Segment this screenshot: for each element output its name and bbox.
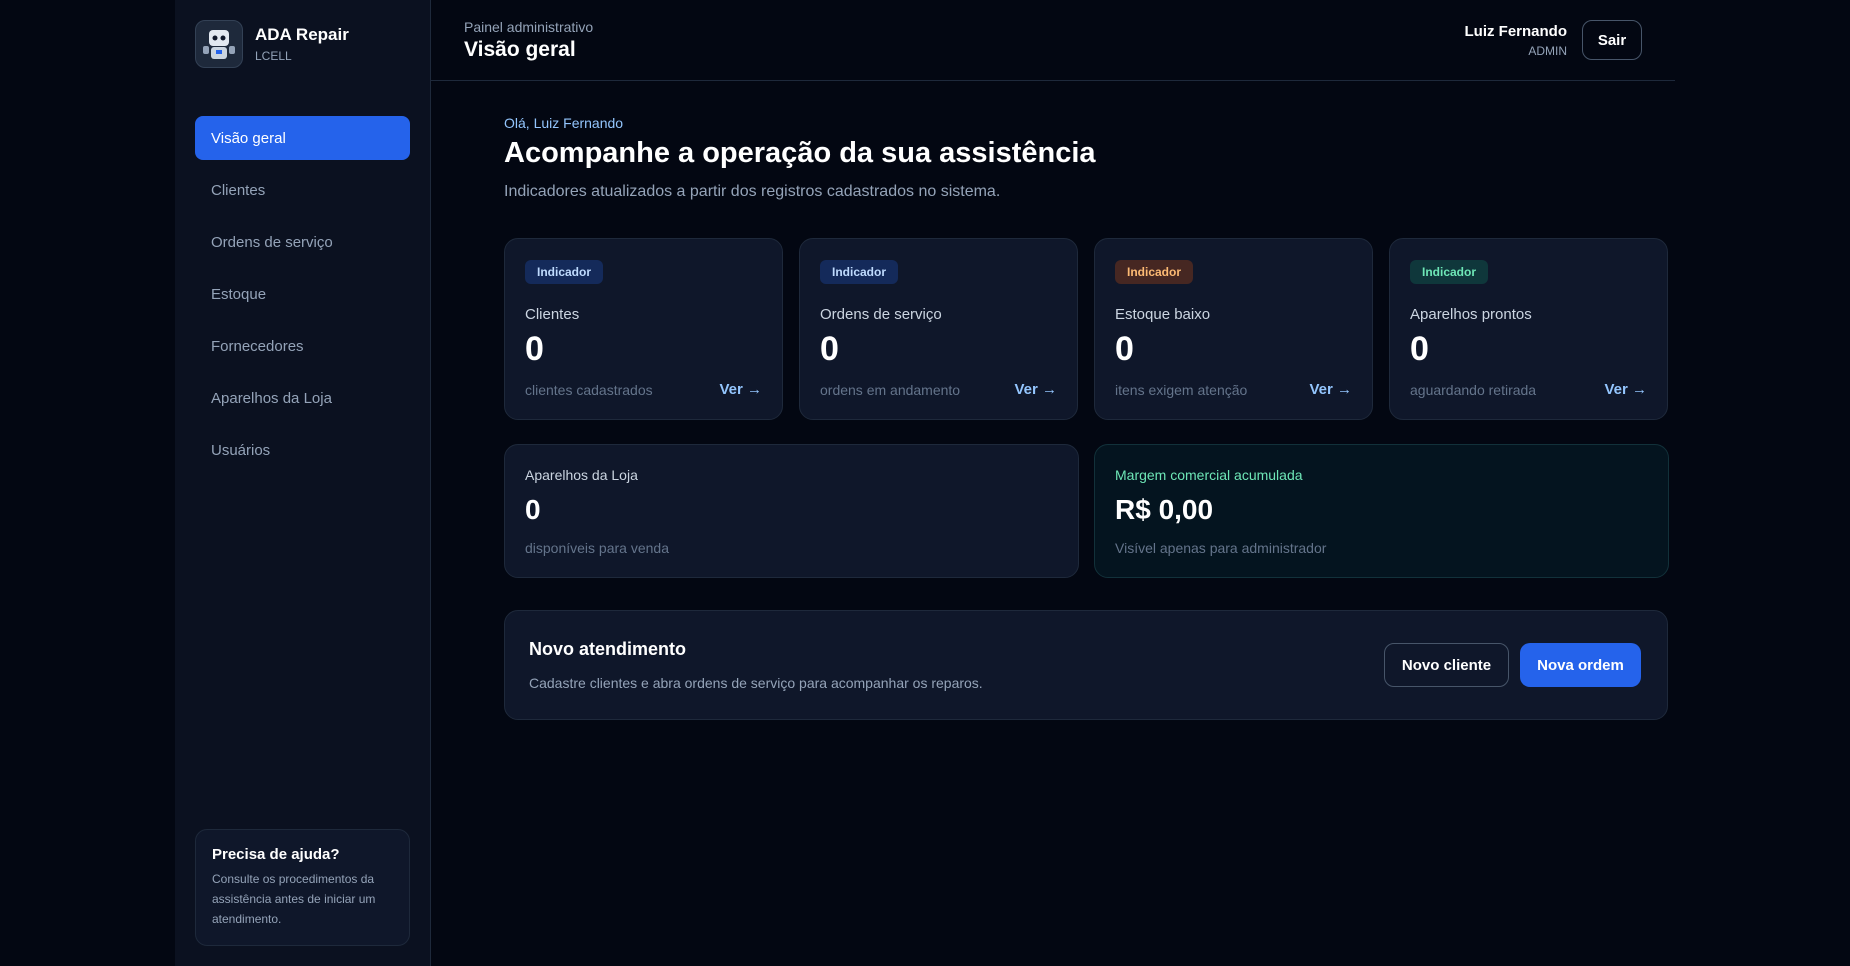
new-service-card: Novo atendimento Cadastre clientes e abr… (504, 610, 1668, 720)
view-clientes-link[interactable]: Ver → (719, 381, 762, 398)
stat-value: 0 (1410, 330, 1429, 368)
sidebar-item-ordens-de-servico[interactable]: Ordens de serviço (195, 220, 410, 264)
indicator-badge: Indicador (1410, 260, 1489, 284)
sidebar-item-estoque[interactable]: Estoque (195, 272, 410, 316)
logout-button[interactable]: Sair (1582, 20, 1642, 60)
brand-subtitle: LCELL (255, 49, 292, 63)
brand-name: ADA Repair (255, 25, 349, 44)
sidebar-item-fornecedores[interactable]: Fornecedores (195, 324, 410, 368)
stat-label: Aparelhos prontos (1410, 306, 1532, 323)
margin-card: Margem comercial acumulada R$ 0,00 Visív… (1094, 444, 1669, 578)
sidebar-item-usuarios[interactable]: Usuários (195, 428, 410, 472)
store-devices-card: Aparelhos da Loja 0 disponíveis para ven… (504, 444, 1079, 578)
margin-label: Margem comercial acumulada (1115, 467, 1303, 483)
new-order-button[interactable]: Nova ordem (1520, 643, 1641, 687)
new-client-button[interactable]: Novo cliente (1384, 643, 1509, 687)
stat-description: ordens em andamento (820, 382, 961, 398)
help-text: Consulte os procedimentos da assistência… (212, 872, 376, 926)
brand-logo (195, 20, 243, 68)
topbar: Painel administrativo Visão geral Luiz F… (431, 0, 1675, 81)
help-title: Precisa de ajuda? (212, 846, 340, 863)
sidebar-item-visao-geral[interactable]: Visão geral (195, 116, 410, 160)
robot-logo-icon (203, 30, 235, 59)
indicator-badge: Indicador (525, 260, 604, 284)
store-devices-value: 0 (525, 494, 541, 525)
page-title: Visão geral (464, 38, 576, 61)
sidebar-nav: Visão geral Clientes Ordens de serviço E… (195, 116, 410, 480)
sidebar-item-aparelhos-da-loja[interactable]: Aparelhos da Loja (195, 376, 410, 420)
stat-value: 0 (525, 330, 544, 368)
margin-description: Visível apenas para administrador (1115, 540, 1327, 556)
help-card: Precisa de ajuda? Consulte os procedimen… (195, 829, 410, 946)
user-role: ADMIN (1528, 44, 1567, 58)
stat-label: Clientes (525, 306, 580, 323)
stat-description: aguardando retirada (1410, 382, 1537, 398)
stat-description: itens exigem atenção (1115, 382, 1248, 398)
indicator-badge: Indicador (820, 260, 899, 284)
margin-value: R$ 0,00 (1115, 494, 1214, 525)
user-name: Luiz Fernando (1464, 23, 1568, 40)
user-info: Luiz Fernando ADMIN (1465, 23, 1568, 58)
stat-card-clientes: Indicador Clientes 0 clientes cadastrado… (504, 238, 783, 420)
stat-value: 0 (1115, 330, 1134, 368)
new-service-description: Cadastre clientes e abra ordens de servi… (529, 675, 983, 691)
stat-card-estoque-baixo: Indicador Estoque baixo 0 itens exigem a… (1094, 238, 1373, 420)
intro-subtitle: Indicadores atualizados a partir dos reg… (504, 183, 1001, 200)
greeting: Olá, Luiz Fernando (504, 115, 624, 131)
view-ordens-link[interactable]: Ver → (1014, 381, 1057, 398)
main-content: Painel administrativo Visão geral Luiz F… (431, 0, 1675, 966)
view-aparelhos-link[interactable]: Ver → (1604, 381, 1647, 398)
store-devices-description: disponíveis para venda (525, 540, 669, 556)
sidebar: ADA Repair LCELL Visão geral Clientes Or… (175, 0, 431, 966)
headline: Acompanhe a operação da sua assistência (504, 137, 1096, 169)
stat-label: Ordens de serviço (820, 306, 942, 323)
view-estoque-link[interactable]: Ver → (1309, 381, 1352, 398)
stat-label: Estoque baixo (1115, 306, 1211, 323)
stat-card-aparelhos-prontos: Indicador Aparelhos prontos 0 aguardando… (1389, 238, 1668, 420)
breadcrumb: Painel administrativo (464, 19, 594, 35)
brand[interactable]: ADA Repair LCELL (195, 20, 349, 68)
app-shell: ADA Repair LCELL Visão geral Clientes Or… (175, 0, 1675, 966)
stat-description: clientes cadastrados (525, 382, 653, 398)
new-service-title: Novo atendimento (529, 639, 687, 659)
indicator-badge: Indicador (1115, 260, 1194, 284)
store-devices-label: Aparelhos da Loja (525, 467, 638, 483)
stat-value: 0 (820, 330, 839, 368)
sidebar-item-clientes[interactable]: Clientes (195, 168, 410, 212)
stat-card-ordens: Indicador Ordens de serviço 0 ordens em … (799, 238, 1078, 420)
